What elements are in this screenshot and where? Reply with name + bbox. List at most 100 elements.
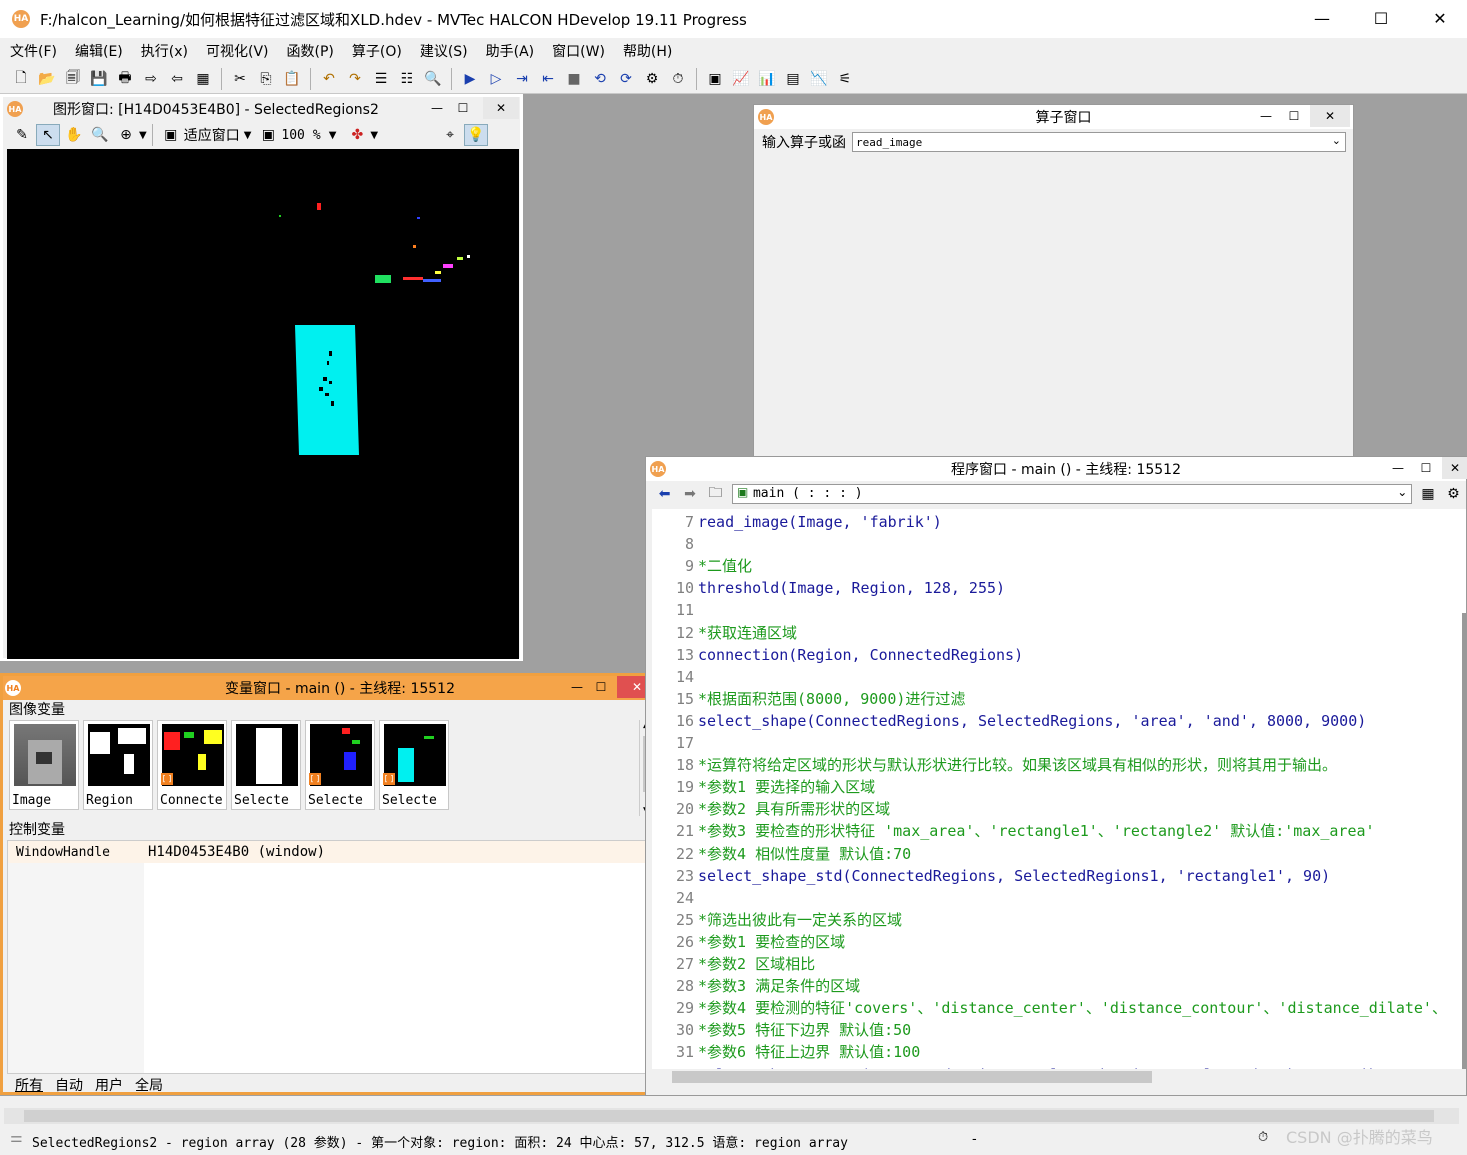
copy-icon[interactable]: ⎘ — [254, 68, 278, 90]
code-line[interactable]: 11 — [652, 599, 698, 621]
graphics-maximize-button[interactable]: ☐ — [455, 97, 471, 119]
redo-icon[interactable]: ↷ — [343, 68, 367, 90]
new-file-icon[interactable]: 🗋 — [9, 68, 33, 90]
scrollbar-thumb[interactable] — [1462, 613, 1466, 1069]
menu-help[interactable]: 帮助(H) — [613, 41, 680, 61]
pan-icon[interactable]: ✋ — [62, 124, 86, 146]
run-icon[interactable]: ▶ — [458, 68, 482, 90]
activate-line-icon[interactable]: ☰ — [369, 68, 393, 90]
menu-file[interactable]: 文件(F) — [0, 41, 65, 61]
step-out-icon[interactable]: ⇤ — [536, 68, 560, 90]
program-close-button[interactable]: ✕ — [1442, 457, 1467, 479]
menu-execute[interactable]: 执行(x) — [131, 41, 196, 61]
code-line[interactable]: 24 — [652, 887, 698, 909]
cut-icon[interactable]: ✂ — [228, 68, 252, 90]
code-line[interactable]: 30 *参数5 特征下边界 默认值:50 — [652, 1019, 911, 1041]
program-maximize-button[interactable]: ☐ — [1418, 457, 1434, 479]
chevron-down-icon[interactable]: ▼ — [244, 130, 252, 141]
open-file-icon[interactable]: 📂 — [35, 68, 59, 90]
chevron-down-icon[interactable]: ▼ — [370, 130, 378, 141]
code-line[interactable]: 14 — [652, 666, 698, 688]
thumbnail-connected[interactable]: [ ] Connecte — [157, 720, 227, 810]
edit-icon[interactable]: ✎ — [10, 124, 34, 146]
graphics-close-button[interactable]: ✕ — [483, 97, 519, 119]
tab-all[interactable]: 所有 — [15, 1075, 43, 1095]
zoom-icon[interactable]: 🔍 — [88, 124, 112, 146]
table-row[interactable]: WindowHandle H14D0453E4B0 (window) — [8, 841, 654, 863]
set-parameters-icon[interactable]: ⌖ — [438, 124, 462, 146]
scrollbar-thumb[interactable] — [672, 1071, 1152, 1083]
thumbnail-image[interactable]: Image — [9, 720, 79, 810]
operator-maximize-button[interactable]: ☐ — [1286, 105, 1302, 127]
save-icon[interactable]: 💾 — [87, 68, 111, 90]
fit-window-icon[interactable]: ▣ — [159, 124, 183, 146]
variable-maximize-button[interactable]: ☐ — [593, 676, 609, 698]
code-line[interactable]: 29 *参数4 要检测的特征'covers'、'distance_center'、… — [652, 997, 1447, 1019]
maximize-button[interactable]: ☐ — [1361, 6, 1401, 32]
menu-procedures[interactable]: 函数(P) — [277, 41, 342, 61]
export-icon[interactable]: ⇨ — [139, 68, 163, 90]
chevron-down-icon[interactable]: ▼ — [329, 130, 337, 141]
undo-icon[interactable]: ↶ — [317, 68, 341, 90]
code-line[interactable]: 9 *二值化 — [652, 555, 752, 577]
code-line[interactable]: 25 *筛选出彼此有一定关系的区域 — [652, 909, 902, 931]
thumbnail-selected-2[interactable]: [ ] Selecte — [305, 720, 375, 810]
tab-auto[interactable]: 自动 — [55, 1075, 83, 1095]
thumbnail-selected-3[interactable]: [ ] Selecte — [379, 720, 449, 810]
feature-histogram-icon[interactable]: 📊 — [755, 68, 779, 90]
code-line[interactable]: 18 *运算符将给定区域的形状与默认形状进行比较。如果该区域具有相似的形状，则将其… — [652, 754, 1337, 776]
graphics-minimize-button[interactable]: — — [429, 97, 445, 119]
feature-inspection-icon[interactable]: ▤ — [781, 68, 805, 90]
code-line[interactable]: 13 connection(Region, ConnectedRegions) — [652, 644, 1023, 666]
procedure-select[interactable]: ▣ main ( : : : ) ⌄ — [731, 484, 1413, 504]
paste-icon[interactable]: 📋 — [280, 68, 304, 90]
zoom-in-icon[interactable]: ⊕ — [114, 124, 138, 146]
code-line[interactable]: 17 — [652, 732, 698, 754]
ocr-icon[interactable]: ⚟ — [833, 68, 857, 90]
variable-minimize-button[interactable]: — — [569, 676, 585, 698]
zoom-level-icon[interactable]: ▣ — [256, 124, 280, 146]
stop-icon[interactable]: ■ — [562, 68, 586, 90]
chevron-down-icon[interactable]: ⌄ — [1397, 485, 1407, 499]
code-line[interactable]: 15 *根据面积范围(8000, 9000)进行过滤 — [652, 688, 965, 710]
menu-assistants[interactable]: 助手(A) — [476, 41, 543, 61]
reset-icon[interactable]: ⟲ — [588, 68, 612, 90]
code-line[interactable]: 10 threshold(Image, Region, 128, 255) — [652, 577, 1005, 599]
library-icon[interactable]: ▦ — [191, 68, 215, 90]
operator-minimize-button[interactable]: — — [1258, 105, 1274, 127]
calendar-icon[interactable]: ▦ — [1416, 483, 1439, 505]
code-line[interactable]: 7 read_image(Image, 'fabrik') — [652, 511, 942, 533]
profiler-icon[interactable]: ⏱ — [666, 68, 690, 90]
reset-all-icon[interactable]: ⟳ — [614, 68, 638, 90]
line-profile-icon[interactable]: 📉 — [807, 68, 831, 90]
step-into-icon[interactable]: ⇥ — [510, 68, 534, 90]
code-line[interactable]: 12 *获取连通区域 — [652, 622, 797, 644]
code-editor[interactable]: 7 read_image(Image, 'fabrik') 8 9 *二值化 10 thre… — [652, 509, 1466, 1069]
code-line[interactable]: 23 select_shape_std(ConnectedRegions, Sel… — [652, 865, 1330, 887]
chevron-down-icon[interactable]: ⌄ — [1332, 134, 1341, 147]
image-inspect-icon[interactable]: ▣ — [703, 68, 727, 90]
close-button[interactable]: ✕ — [1420, 6, 1460, 32]
code-line[interactable]: 8 — [652, 533, 698, 555]
graphics-canvas[interactable] — [7, 149, 519, 659]
back-arrow-icon[interactable]: ⬅ — [653, 483, 676, 505]
operator-close-button[interactable]: ✕ — [1310, 105, 1350, 127]
open-example-icon[interactable]: 🗐 — [61, 68, 85, 90]
fit-window-label[interactable]: 适应窗口 — [184, 125, 240, 145]
menu-visualize[interactable]: 可视化(V) — [196, 41, 277, 61]
code-line[interactable]: 19 *参数1 要选择的输入区域 — [652, 776, 875, 798]
pointer-icon[interactable]: ↖ — [36, 124, 60, 146]
forward-arrow-icon[interactable]: ➡ — [678, 483, 701, 505]
procedure-icon[interactable]: 🗀 — [704, 483, 727, 505]
thumbnail-region[interactable]: Region — [83, 720, 153, 810]
thumbnail-selected-1[interactable]: Selecte — [231, 720, 301, 810]
code-line[interactable]: 20 *参数2 具有所需形状的区域 — [652, 798, 890, 820]
program-minimize-button[interactable]: — — [1390, 457, 1406, 479]
print-icon[interactable]: 🖶 — [113, 68, 137, 90]
deactivate-line-icon[interactable]: ☷ — [395, 68, 419, 90]
menu-suggestions[interactable]: 建议(S) — [410, 41, 476, 61]
color-settings-icon[interactable]: ✤ — [345, 124, 369, 146]
chevron-down-icon[interactable]: ▼ — [139, 130, 147, 141]
menu-edit[interactable]: 编辑(E) — [65, 41, 131, 61]
gray-histogram-icon[interactable]: 📈 — [729, 68, 753, 90]
